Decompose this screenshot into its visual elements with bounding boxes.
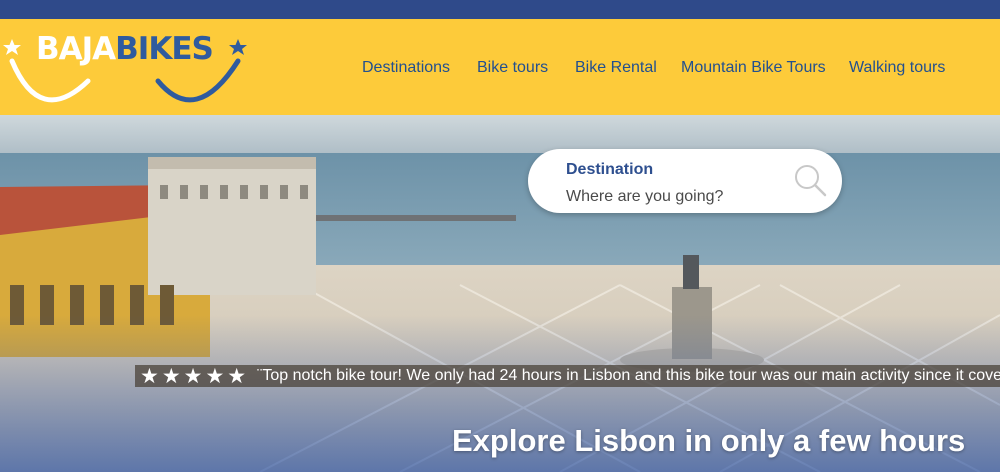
hero-background-image [0,115,1000,472]
destination-label: Destination [566,161,654,178]
nav-walking-tours[interactable]: Walking tours [849,59,945,79]
nav-mountain-bike-tours[interactable]: Mountain Bike Tours [681,59,826,79]
rating-stars-icon: ★★★★★ [140,365,250,387]
logo-bikes-text: BIKES [115,31,214,67]
destination-search-input[interactable] [566,187,776,207]
bajabikes-logo[interactable]: BAJABIKES [0,19,260,115]
review-quote: ¨Top notch bike tour! We only had 24 hou… [257,367,1000,384]
logo-baja-text: BAJA [36,31,116,67]
hero-tagline: Explore Lisbon in only a few hours [452,423,966,458]
logo-wordmark: BAJABIKES [36,31,214,67]
nav-destinations[interactable]: Destinations [362,59,450,79]
destination-search-box[interactable]: Destination [528,149,842,213]
search-icon[interactable] [793,163,827,197]
review-ticker: ★★★★★ ¨Top notch bike tour! We only had … [135,365,1000,387]
site-header: BAJABIKES Destinations Bike tours Bike R… [0,19,1000,115]
hero-section [0,115,1000,472]
top-accent-bar [0,0,1000,19]
nav-bike-tours[interactable]: Bike tours [477,59,548,79]
nav-bike-rental[interactable]: Bike Rental [575,59,657,79]
